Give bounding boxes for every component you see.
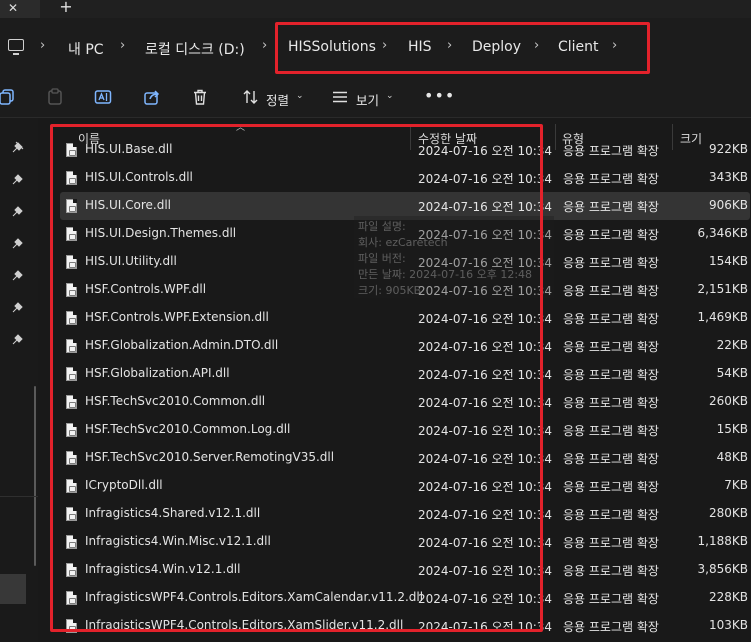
pin-icon[interactable] <box>12 202 24 217</box>
share-icon[interactable] <box>143 88 161 106</box>
rename-icon[interactable] <box>94 88 112 106</box>
file-type: 응용 프로그램 확장 <box>563 564 659 578</box>
pin-icon[interactable] <box>12 138 24 153</box>
paste-icon[interactable] <box>46 88 64 106</box>
file-size: 343KB <box>708 170 748 184</box>
file-size: 6,346KB <box>697 226 748 240</box>
file-size: 54KB <box>716 366 748 380</box>
file-type: 응용 프로그램 확장 <box>563 312 659 326</box>
file-type: 응용 프로그램 확장 <box>563 536 659 550</box>
file-type: 응용 프로그램 확장 <box>563 340 659 354</box>
chevron-right-icon[interactable]: › <box>120 38 125 53</box>
breadcrumb-this-pc[interactable]: 내 PC <box>68 39 104 59</box>
file-size: 3,856KB <box>697 562 748 576</box>
pin-icon[interactable] <box>12 170 24 185</box>
nav-selected-item[interactable] <box>0 574 26 604</box>
file-size: 48KB <box>716 450 748 464</box>
command-bar: 정렬 ⌄ 보기 ⌄ ••• <box>0 78 751 118</box>
file-size: 103KB <box>708 618 748 632</box>
navigation-pane <box>0 118 38 642</box>
new-tab-button[interactable]: + <box>56 0 76 18</box>
chevron-right-icon[interactable]: › <box>40 38 45 53</box>
chevron-right-icon[interactable]: › <box>262 38 267 53</box>
sort-icon[interactable] <box>242 88 260 106</box>
highlight-box-file-list <box>50 124 543 632</box>
nav-divider <box>0 496 38 497</box>
file-size: 228KB <box>708 590 748 604</box>
tab-close-button[interactable]: ✕ <box>0 0 40 18</box>
file-type: 응용 프로그램 확장 <box>563 172 659 186</box>
file-type: 응용 프로그램 확장 <box>563 368 659 382</box>
pin-icon[interactable] <box>12 234 24 249</box>
copy-icon[interactable] <box>0 88 16 106</box>
file-size: 906KB <box>708 198 748 212</box>
file-type: 응용 프로그램 확장 <box>563 480 659 494</box>
file-size: 2,151KB <box>697 282 748 296</box>
view-button[interactable]: 보기 <box>356 90 379 109</box>
file-type: 응용 프로그램 확장 <box>563 284 659 298</box>
file-type: 응용 프로그램 확장 <box>563 508 659 522</box>
highlight-box-breadcrumb <box>275 22 650 74</box>
sort-button[interactable]: 정렬 <box>266 90 289 109</box>
chevron-down-icon[interactable]: ⌄ <box>296 91 304 101</box>
file-type: 응용 프로그램 확장 <box>563 256 659 270</box>
chevron-down-icon[interactable]: ⌄ <box>386 91 394 101</box>
pin-icon[interactable] <box>12 330 24 345</box>
pin-icon[interactable] <box>12 298 24 313</box>
file-size: 280KB <box>708 506 748 520</box>
file-type: 응용 프로그램 확장 <box>563 144 659 158</box>
nav-scrollbar[interactable] <box>34 386 36 566</box>
file-type: 응용 프로그램 확장 <box>563 228 659 242</box>
file-size: 1,188KB <box>697 534 748 548</box>
breadcrumb-local-disk[interactable]: 로컬 디스크 (D:) <box>145 39 245 59</box>
file-size: 922KB <box>708 142 748 156</box>
file-size: 260KB <box>708 394 748 408</box>
monitor-icon[interactable] <box>8 39 24 55</box>
file-size: 15KB <box>716 422 748 436</box>
file-type: 응용 프로그램 확장 <box>563 396 659 410</box>
more-options-button[interactable]: ••• <box>424 86 455 105</box>
file-type: 응용 프로그램 확장 <box>563 620 659 634</box>
file-size: 22KB <box>716 338 748 352</box>
file-type: 응용 프로그램 확장 <box>563 424 659 438</box>
delete-icon[interactable] <box>191 88 209 106</box>
tab-strip: ✕ + <box>0 0 751 18</box>
file-size: 154KB <box>708 254 748 268</box>
file-explorer-window: ✕ + › 내 PC › 로컬 디스크 (D:) › HISSolutions … <box>0 0 751 642</box>
file-type: 응용 프로그램 확장 <box>563 200 659 214</box>
pin-icon[interactable] <box>12 266 24 281</box>
view-icon[interactable] <box>331 88 349 106</box>
file-type: 응용 프로그램 확장 <box>563 592 659 606</box>
file-size: 1,469KB <box>697 310 748 324</box>
file-size: 7KB <box>724 478 748 492</box>
file-type: 응용 프로그램 확장 <box>563 452 659 466</box>
